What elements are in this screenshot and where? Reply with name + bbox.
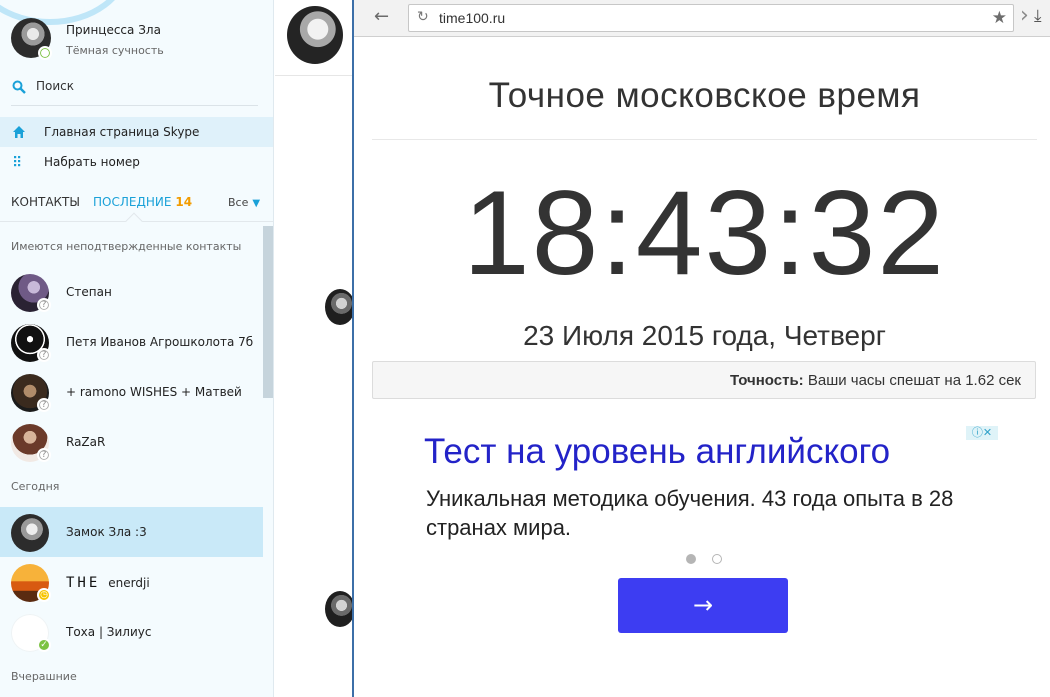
current-date: 23 Июля 2015 года, Четверг — [523, 320, 886, 351]
pagination-dot-active[interactable] — [686, 554, 696, 564]
browser-window: ← ↻ ★ › ⤓ Точное московское время 18:43:… — [352, 0, 1050, 697]
search-box[interactable]: Поиск — [11, 78, 258, 106]
skype-sidebar: Принцесса Зла Тёмная сучность Поиск Глав… — [0, 0, 274, 697]
profile-status-icon — [38, 46, 52, 60]
ad-pagination — [686, 554, 726, 566]
contact-name: Тоха | Зилиус — [66, 625, 152, 639]
dialpad-icon — [14, 156, 21, 167]
search-icon — [12, 80, 26, 94]
profile-mood[interactable]: Тёмная сучность — [66, 44, 164, 57]
web-page: Точное московское время 18:43:32 23 Июля… — [354, 38, 1050, 697]
nav-skype-home[interactable]: Главная страница Skype — [0, 117, 273, 147]
contact-item[interactable]: ? RaZaR — [0, 417, 263, 467]
address-bar[interactable]: ↻ ★ — [408, 4, 1014, 32]
pending-status-icon: ? — [37, 348, 51, 362]
contact-name: Петя Иванов Агрошколота 7б — [66, 335, 254, 349]
ad-title[interactable]: Тест на уровень английского — [424, 432, 890, 472]
ad-next-button[interactable]: → — [618, 578, 788, 633]
section-yesterday: Вчерашние — [11, 670, 77, 683]
away-status-icon: ◷ — [37, 588, 51, 602]
contact-item[interactable]: ◷ THE enerdji — [0, 557, 263, 607]
nav-skype-home-label: Главная страница Skype — [44, 125, 200, 139]
accuracy-value: Ваши часы спешат на 1.62 сек — [807, 372, 1021, 389]
download-icon[interactable]: ⤓ — [1034, 6, 1042, 26]
screen: Принцесса Зла Тёмная сучность Поиск Глав… — [0, 0, 1050, 697]
message-avatar[interactable] — [325, 591, 355, 627]
divider — [372, 139, 1037, 140]
tab-recent-label: ПОСЛЕДНИЕ — [93, 195, 172, 209]
tab-recent[interactable]: ПОСЛЕДНИЕ 14 — [93, 195, 192, 209]
search-label: Поиск — [36, 79, 75, 93]
current-time: 18:43:32 — [462, 166, 947, 300]
accuracy-label: Точность: — [730, 372, 804, 389]
chat-panel — [275, 0, 355, 697]
contact-tabs: КОНТАКТЫ ПОСЛЕДНИЕ 14 Все ▼ — [0, 186, 273, 230]
ad-text: Уникальная методика обучения. 43 года оп… — [426, 486, 954, 540]
accuracy-panel: Точность: Ваши часы спешат на 1.62 сек — [372, 361, 1036, 399]
pending-status-icon: ? — [37, 448, 51, 462]
back-arrow-icon[interactable]: ← — [374, 8, 392, 26]
tab-indicator — [125, 212, 143, 230]
browser-toolbar: ← ↻ ★ › ⤓ — [354, 0, 1050, 37]
section-today: Сегодня — [11, 480, 60, 493]
pagination-dot[interactable] — [712, 554, 722, 564]
avatar — [11, 514, 49, 552]
profile-header[interactable]: Принцесса Зла Тёмная сучность — [0, 0, 273, 70]
contact-item-selected[interactable]: Замок Зла :3 — [0, 507, 263, 557]
filter-label: Все — [228, 196, 249, 209]
profile-name: Принцесса Зла — [66, 23, 161, 37]
url-input[interactable] — [439, 9, 959, 27]
nav-dial-number[interactable]: Набрать номер — [0, 147, 273, 177]
chat-header-avatar[interactable] — [287, 6, 343, 64]
accuracy-text: Точность: Ваши часы спешат на 1.62 сек — [730, 372, 1021, 389]
adchoices-icon[interactable]: ⓘ✕ — [966, 426, 998, 440]
chevron-down-icon: ▼ — [252, 198, 261, 209]
home-icon — [13, 126, 25, 138]
contact-name: Степан — [66, 285, 112, 299]
contact-name: + ramono WISHES + Матвей — [66, 385, 242, 399]
contact-name: RaZaR — [66, 435, 106, 449]
contact-item[interactable]: ? + ramono WISHES + Матвей — [0, 367, 263, 417]
reload-icon[interactable]: ↻ — [417, 9, 429, 25]
nav-dial-number-label: Набрать номер — [44, 155, 140, 169]
arrow-right-icon: → — [692, 591, 714, 619]
pending-status-icon: ? — [37, 298, 51, 312]
recent-count-badge: 14 — [175, 195, 193, 209]
filter-dropdown[interactable]: Все ▼ — [228, 196, 260, 209]
page-title: Точное московское время — [488, 76, 921, 115]
tab-contacts[interactable]: КОНТАКТЫ — [11, 195, 80, 209]
ad-block[interactable]: ⓘ✕ Тест на уровень английского Уникальна… — [414, 424, 1004, 644]
message-avatar[interactable] — [325, 289, 355, 325]
contact-item[interactable]: ✓ Тоха | Зилиус — [0, 607, 263, 657]
online-status-icon: ✓ — [37, 638, 51, 652]
contact-name-prefix: THE — [66, 575, 101, 591]
contact-item[interactable]: ? Степан — [0, 267, 263, 317]
contact-name-text: enerdji — [108, 576, 150, 590]
contact-item[interactable]: ? Петя Иванов Агрошколота 7б — [0, 317, 263, 367]
star-icon[interactable]: ★ — [992, 8, 1007, 28]
pending-status-icon: ? — [37, 398, 51, 412]
section-unconfirmed: Имеются неподтвержденные контакты — [11, 240, 242, 253]
contact-name: Замок Зла :3 — [66, 525, 147, 539]
chevron-right-icon[interactable]: › — [1020, 3, 1029, 28]
divider — [275, 75, 352, 76]
scrollbar-thumb[interactable] — [263, 226, 273, 398]
contact-name: THE enerdji — [66, 575, 150, 591]
